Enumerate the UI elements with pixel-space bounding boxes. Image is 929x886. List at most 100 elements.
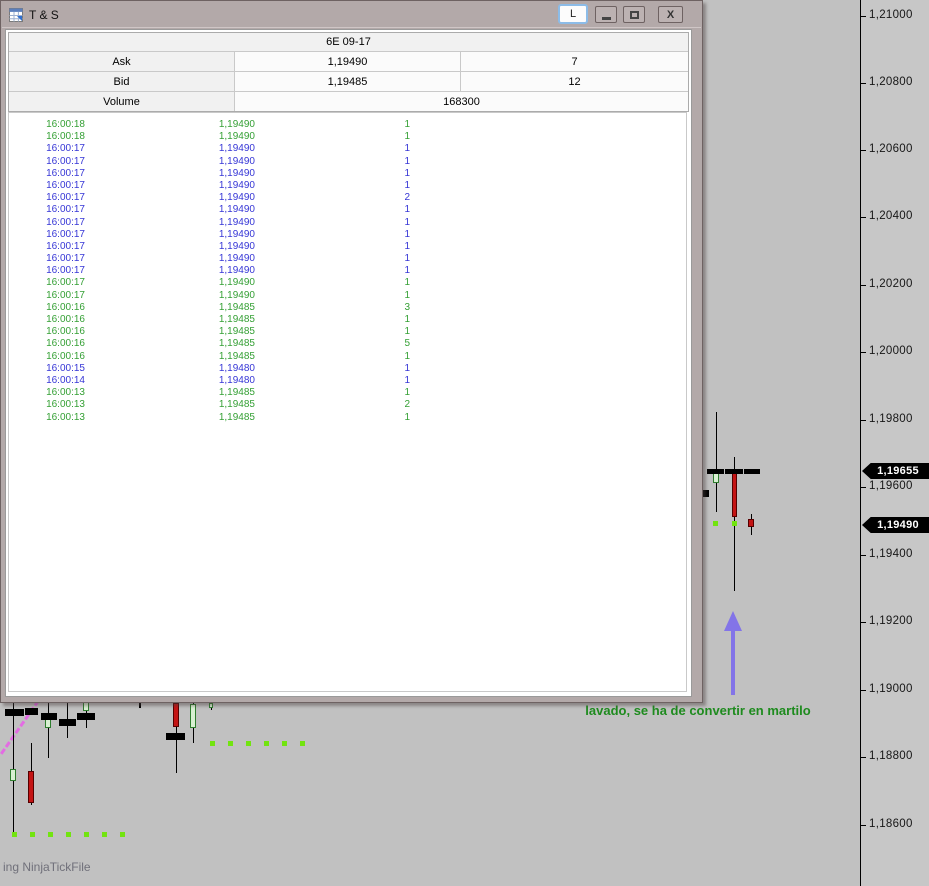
ts-row-time: 16:00:18 <box>46 119 85 130</box>
ts-list-row[interactable]: 16:00:17 1,19490 1 <box>9 217 686 229</box>
ts-row-price: 1,19480 <box>218 374 255 386</box>
axis-tick <box>861 150 866 151</box>
ts-row-price: 1,19490 <box>218 216 255 228</box>
ts-list-row[interactable]: 16:00:13 1,19485 1 <box>9 387 686 399</box>
minimize-icon <box>601 16 611 20</box>
time-and-sales-window[interactable]: T & S L X 6E 09-17 Ask 1,19490 7 Bid 1,1… <box>0 0 703 703</box>
ts-row-size: 1 <box>404 374 410 386</box>
price-dash-marker <box>744 469 760 474</box>
ts-row-time: 16:00:17 <box>46 155 85 167</box>
maximize-button[interactable] <box>623 6 645 23</box>
ts-row-time: 16:00:17 <box>46 277 85 289</box>
ts-row-size: 3 <box>404 301 410 313</box>
ts-list-row[interactable]: 16:00:15 1,19480 1 <box>9 363 686 375</box>
ask-row: Ask 1,19490 7 <box>9 52 688 72</box>
ts-row-size: 1 <box>404 155 410 167</box>
axis-tick <box>861 16 866 17</box>
ts-row-price: 1,19490 <box>218 240 255 252</box>
price-axis-line <box>860 0 861 886</box>
ts-row-time: 16:00:13 <box>46 387 85 399</box>
ts-list-row[interactable]: 16:00:17 1,19490 1 <box>9 229 686 241</box>
trading-screen: 1,21000 1,20800 1,20600 1,20400 1,20200 1,200… <box>0 0 929 886</box>
ts-row-size: 1 <box>404 289 410 301</box>
ts-list-row[interactable]: 16:00:17 1,19490 2 <box>9 192 686 204</box>
ts-list-row[interactable]: 16:00:17 1,19490 1 <box>9 241 686 253</box>
price-dash-marker <box>725 469 743 474</box>
ts-list-row[interactable]: 16:00:17 1,19490 1 <box>9 156 686 168</box>
axis-tick-label: 1,19600 <box>869 480 913 492</box>
axis-tick <box>861 825 866 826</box>
indicator-dot <box>300 741 305 746</box>
ts-row-size: 1 <box>404 265 410 277</box>
ts-row-time: 16:00:17 <box>46 216 85 228</box>
indicator-dot <box>228 741 233 746</box>
ts-row-time: 16:00:16 <box>46 326 85 338</box>
ts-list-row[interactable]: 16:00:17 1,19490 1 <box>9 277 686 289</box>
axis-tick-label: 1,20600 <box>869 143 913 155</box>
price-marker-tag: 1,19490 <box>862 517 929 533</box>
ts-row-time: 16:00:13 <box>46 399 85 411</box>
indicator-dot <box>12 832 17 837</box>
ts-list-row[interactable]: 16:00:13 1,19485 1 <box>9 412 686 424</box>
ts-list-row[interactable]: 16:00:18 1,19490 1 <box>9 131 686 143</box>
indicator-dot <box>264 741 269 746</box>
ts-row-time: 16:00:15 <box>46 362 85 374</box>
ts-list-row[interactable]: 16:00:17 1,19490 1 <box>9 143 686 155</box>
indicator-dot <box>210 741 215 746</box>
window-titlebar[interactable]: T & S L X <box>2 2 701 28</box>
axis-tick <box>861 217 866 218</box>
bid-price: 1,19485 <box>235 72 461 91</box>
ts-row-size: 1 <box>404 131 410 143</box>
candle-body-down <box>748 519 754 527</box>
ts-list-row[interactable]: 16:00:14 1,19480 1 <box>9 375 686 387</box>
indicator-dot <box>84 832 89 837</box>
ts-row-size: 1 <box>404 143 410 155</box>
ts-row-price: 1,19485 <box>218 338 255 350</box>
price-dash-marker <box>77 713 95 720</box>
ts-list-row[interactable]: 16:00:16 1,19485 5 <box>9 338 686 350</box>
ts-row-price: 1,19485 <box>218 411 255 423</box>
axis-tick-label: 1,20800 <box>869 76 913 88</box>
ts-list-row[interactable]: 16:00:17 1,19490 1 <box>9 290 686 302</box>
axis-tick <box>861 352 866 353</box>
ts-list-row[interactable]: 16:00:16 1,19485 1 <box>9 314 686 326</box>
ts-row-time: 16:00:17 <box>46 265 85 277</box>
ts-list-row[interactable]: 16:00:17 1,19490 1 <box>9 265 686 277</box>
ts-list-row[interactable]: 16:00:18 1,19490 1 <box>9 119 686 131</box>
price-dash-marker <box>707 469 724 474</box>
ts-row-time: 16:00:17 <box>46 204 85 216</box>
link-button[interactable]: L <box>558 4 588 24</box>
axis-tick <box>861 487 866 488</box>
ts-row-time: 16:00:13 <box>46 411 85 423</box>
ts-list-row[interactable]: 16:00:16 1,19485 1 <box>9 326 686 338</box>
ask-label: Ask <box>9 52 235 71</box>
minimize-button[interactable] <box>595 6 617 23</box>
ts-row-size: 1 <box>404 167 410 179</box>
up-arrow-icon <box>724 611 742 631</box>
ts-row-price: 1,19490 <box>218 253 255 265</box>
ts-list-row[interactable]: 16:00:17 1,19490 1 <box>9 168 686 180</box>
ts-list-row[interactable]: 16:00:17 1,19490 1 <box>9 253 686 265</box>
ts-row-price: 1,19490 <box>218 119 255 130</box>
ts-row-time: 16:00:17 <box>46 240 85 252</box>
candle-body-up <box>209 703 213 708</box>
ts-row-size: 1 <box>404 216 410 228</box>
indicator-dot <box>713 521 718 526</box>
ts-row-price: 1,19485 <box>218 387 255 399</box>
ts-row-time: 16:00:16 <box>46 301 85 313</box>
candle-body-down <box>732 471 737 517</box>
status-bar-text: ing NinjaTickFile <box>3 860 91 874</box>
close-button[interactable]: X <box>658 6 683 23</box>
ts-list-row[interactable]: 16:00:13 1,19485 2 <box>9 399 686 411</box>
axis-tick <box>861 420 866 421</box>
candle-wick <box>48 701 49 758</box>
ts-list-row[interactable]: 16:00:16 1,19485 1 <box>9 351 686 363</box>
ts-row-size: 1 <box>404 228 410 240</box>
ts-list-row[interactable]: 16:00:17 1,19490 1 <box>9 180 686 192</box>
price-dash-marker <box>41 713 57 720</box>
ts-row-time: 16:00:17 <box>46 167 85 179</box>
price-dash-marker <box>59 719 76 726</box>
ts-list-row[interactable]: 16:00:16 1,19485 3 <box>9 302 686 314</box>
ts-list-row[interactable]: 16:00:17 1,19490 1 <box>9 204 686 216</box>
time-and-sales-list[interactable]: 16:00:18 1,19490 1 16:00:18 1,19490 1 16:00:17… <box>8 112 687 692</box>
